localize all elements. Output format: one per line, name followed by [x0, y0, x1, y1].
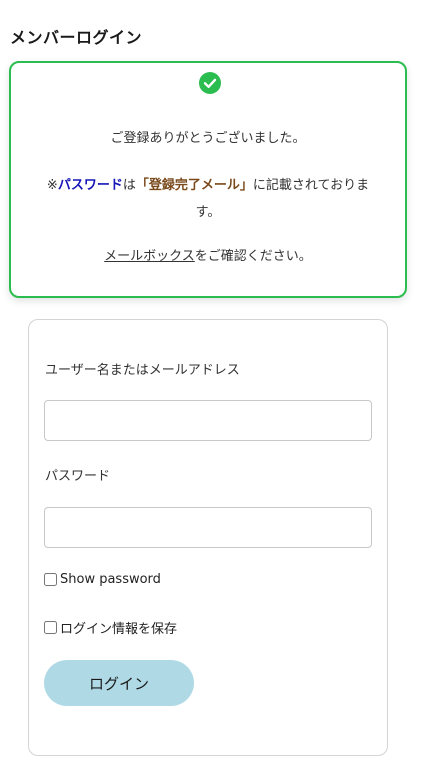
registration-notice: ご登録ありがとうございました。 ※パスワードは「登録完了メール」に記載されており…	[9, 61, 407, 298]
username-label: ユーザー名またはメールアドレス	[45, 363, 240, 378]
notice-suffix: に記載されておりま	[252, 178, 370, 193]
mailbox-link[interactable]: メールボックス	[104, 249, 195, 264]
show-password-checkbox[interactable]	[44, 573, 57, 586]
mailbox-suffix: をご確認ください。	[194, 249, 312, 264]
check-circle-icon	[199, 72, 221, 94]
login-button[interactable]: ログイン	[44, 660, 194, 706]
password-highlight: パスワード	[57, 178, 123, 193]
remember-me-checkbox[interactable]	[44, 621, 57, 634]
notice-prefix: ※	[46, 178, 58, 193]
login-form: ユーザー名またはメールアドレス パスワード Show password ログイン…	[28, 319, 388, 756]
password-notice-line: ※パスワードは「登録完了メール」に記載されておりま	[11, 174, 405, 193]
password-notice-line-end: す。	[195, 205, 221, 220]
show-password-label[interactable]: Show password	[60, 572, 161, 587]
thank-you-text: ご登録ありがとうございました。	[110, 131, 306, 146]
login-page: メンバーログイン ご登録ありがとうございました。 ※パスワードは「登録完了メール…	[0, 0, 421, 782]
registration-mail-highlight: 「登録完了メール」	[135, 178, 253, 193]
notice-particle: は	[122, 178, 136, 193]
password-label: パスワード	[45, 469, 111, 484]
username-input[interactable]	[44, 400, 372, 441]
show-password-row: Show password	[44, 572, 161, 587]
mailbox-notice-line: メールボックスをご確認ください。	[11, 245, 405, 264]
remember-me-label[interactable]: ログイン情報を保存	[60, 618, 177, 637]
password-input[interactable]	[44, 507, 372, 548]
page-title: メンバーログイン	[10, 28, 143, 47]
remember-me-row: ログイン情報を保存	[44, 618, 177, 637]
